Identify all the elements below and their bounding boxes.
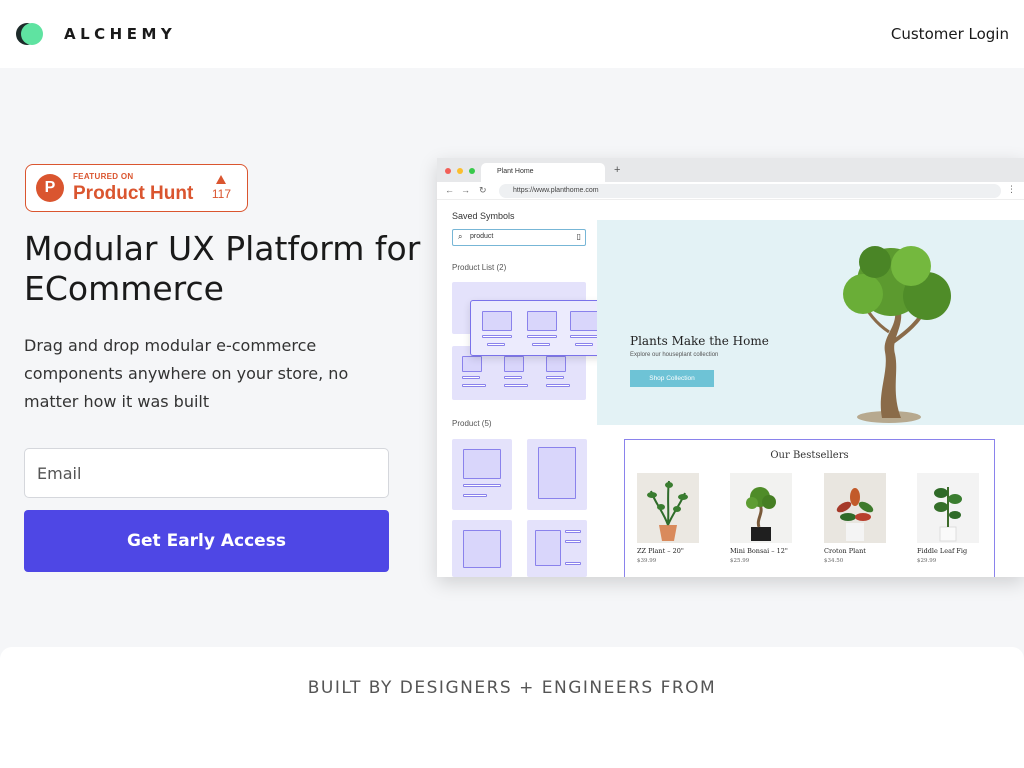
get-early-access-button[interactable]: Get Early Access	[24, 510, 389, 572]
minimize-dot-icon	[457, 168, 463, 174]
product-card: Croton Plant $34.50	[824, 473, 886, 564]
brand-name: ALCHEMY	[64, 25, 177, 43]
product-hunt-badge[interactable]: P FEATURED ON Product Hunt 117	[25, 164, 248, 212]
reload-icon: ↻	[479, 185, 487, 195]
symbol-search-value: product	[470, 233, 494, 240]
fiddle-leaf-fig-image	[917, 473, 979, 543]
url-field: https://www.planthome.com	[499, 184, 1001, 198]
product-card: Fiddle Leaf Fig $29.99	[917, 473, 979, 564]
saved-symbols-panel: Saved Symbols ⌕ product ▯ Product List (…	[437, 200, 616, 577]
product-price: $39.99	[637, 558, 657, 564]
croton-plant-image	[824, 473, 886, 543]
brand[interactable]: ALCHEMY	[16, 23, 176, 45]
panel-title: Saved Symbols	[452, 211, 515, 221]
product-name: Mini Bonsai – 12"	[730, 547, 788, 555]
mini-bonsai-image	[730, 473, 792, 543]
product-screenshot: Plant Home + ← → ↻ https://www.planthome…	[437, 158, 1024, 577]
browser-tab: Plant Home	[481, 163, 605, 182]
built-by-heading: BUILT BY DESIGNERS + ENGINEERS FROM	[307, 678, 717, 698]
close-dot-icon	[445, 168, 451, 174]
partners-section: BUILT BY DESIGNERS + ENGINEERS FROM	[0, 647, 1024, 768]
bestsellers-section: Our Bestsellers ZZ Plant – 20" $39.99 Mi…	[624, 439, 995, 577]
shop-collection-button: Shop Collection	[630, 370, 714, 387]
product-name: ZZ Plant – 20"	[637, 547, 684, 555]
store-preview: Plants Make the Home Explore our housepl…	[597, 200, 1024, 577]
hero-subtitle: Drag and drop modular e-commerce compone…	[24, 336, 349, 411]
product-symbol	[527, 439, 587, 510]
product-list-label: Product List (2)	[452, 263, 507, 272]
upvote-count: 117	[212, 175, 231, 201]
bonsai-plant-image	[843, 246, 951, 423]
address-bar: ← → ↻ https://www.planthome.com ⋮	[437, 182, 1024, 200]
browser-tabbar: Plant Home +	[437, 158, 1024, 182]
library-icon: ▯	[576, 232, 581, 241]
product-card: ZZ Plant – 20" $39.99	[637, 473, 699, 564]
customer-login-link[interactable]: Customer Login	[891, 25, 1009, 43]
symbol-search: ⌕ product ▯	[452, 229, 586, 246]
featured-on-label: FEATURED ON	[73, 172, 134, 181]
product-hunt-logo-icon: P	[36, 174, 64, 202]
product-price: $34.50	[824, 558, 844, 564]
maximize-dot-icon	[469, 168, 475, 174]
product-price: $25.99	[730, 558, 750, 564]
product-label: Product (5)	[452, 419, 492, 428]
back-arrow-icon: ←	[445, 185, 454, 195]
product-symbol	[527, 520, 587, 577]
vote-count: 117	[211, 187, 231, 201]
banner-subtitle: Explore our houseplant collection	[630, 352, 719, 358]
product-hunt-name: Product Hunt	[73, 183, 194, 204]
alchemy-logo-icon	[16, 23, 43, 45]
product-symbol	[452, 520, 512, 577]
search-icon: ⌕	[458, 232, 463, 241]
product-name: Fiddle Leaf Fig	[917, 547, 968, 555]
new-tab-icon: +	[614, 164, 621, 176]
dragged-product-list-symbol	[470, 300, 614, 356]
email-input[interactable]	[24, 448, 389, 498]
product-name: Croton Plant	[824, 547, 866, 555]
product-symbol	[452, 439, 512, 510]
zz-plant-image	[637, 473, 699, 543]
upvote-arrow-icon	[216, 175, 227, 184]
site-header: ALCHEMY Customer Login	[0, 0, 1024, 68]
bestsellers-title: Our Bestsellers	[770, 450, 849, 461]
banner-title: Plants Make the Home	[630, 334, 769, 348]
hero-title: Modular UX Platform for ECommerce	[24, 229, 421, 308]
browser-menu-icon: ⋮	[1007, 184, 1016, 194]
forward-arrow-icon: →	[461, 185, 470, 195]
store-banner: Plants Make the Home Explore our housepl…	[597, 220, 1024, 425]
product-card: Mini Bonsai – 12" $25.99	[730, 473, 792, 564]
product-price: $29.99	[917, 558, 937, 564]
